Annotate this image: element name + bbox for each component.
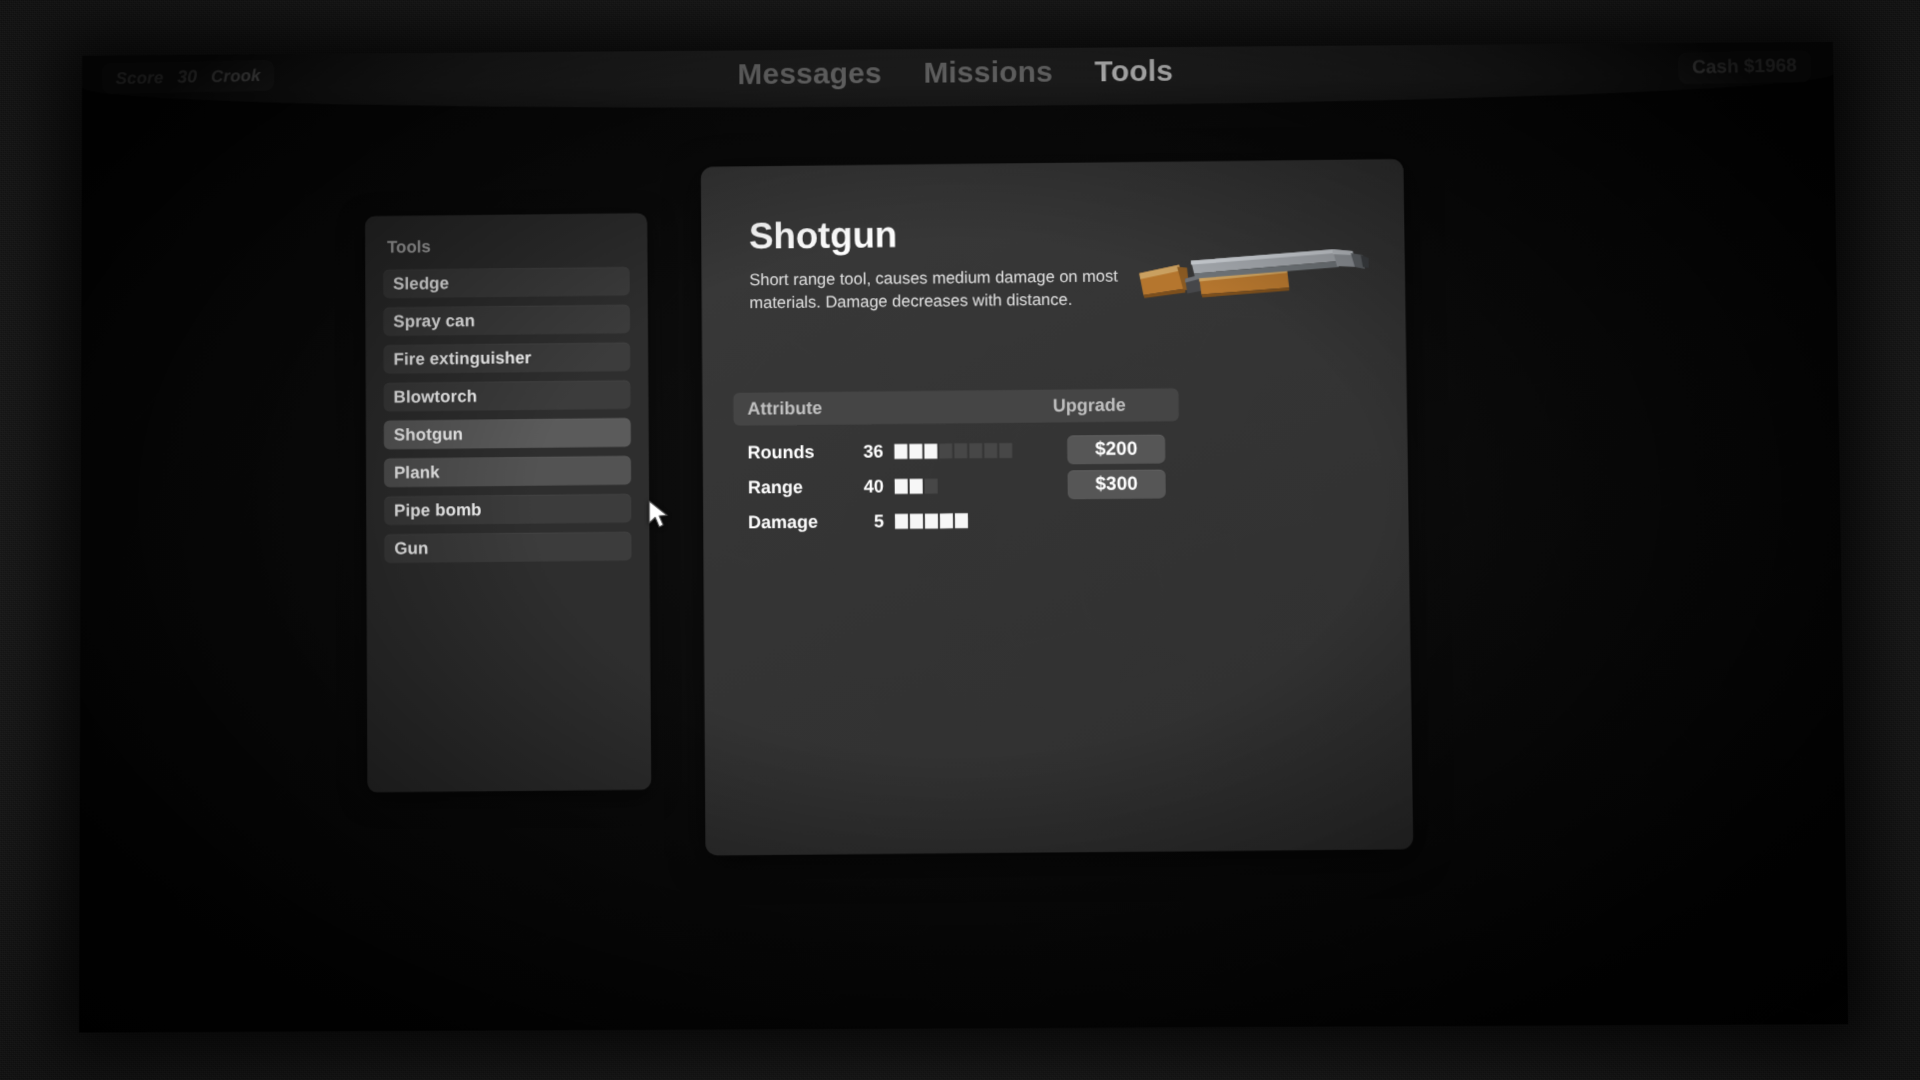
pip-filled bbox=[954, 513, 969, 529]
tab-messages[interactable]: Messages bbox=[737, 55, 881, 93]
in-game-screen: Score 30 Crook Messages Missions Tools C… bbox=[78, 41, 1849, 1033]
tool-list-item-sledge[interactable]: Sledge bbox=[383, 266, 630, 299]
pip-empty bbox=[954, 443, 968, 459]
table-row: Damage 5 bbox=[734, 501, 1180, 540]
rank-label: Crook bbox=[210, 65, 261, 86]
tool-list-item-shotgun[interactable]: Shotgun bbox=[383, 417, 631, 450]
cash-value: Cash $1968 bbox=[1692, 55, 1798, 79]
tool-detail-panel: Shotgun Short range tool, causes medium … bbox=[700, 159, 1414, 856]
tool-label: Fire extinguisher bbox=[393, 347, 532, 369]
pip-empty bbox=[969, 443, 983, 459]
tool-label: Plank bbox=[393, 462, 440, 482]
pip-filled bbox=[894, 443, 908, 460]
attribute-value: 5 bbox=[873, 511, 885, 532]
tool-list-item-pipe-bomb[interactable]: Pipe bomb bbox=[384, 493, 632, 526]
tool-list-item-gun[interactable]: Gun bbox=[384, 531, 632, 564]
tools-list-panel: Tools Sledge Spray can Fire extinguisher… bbox=[365, 212, 652, 793]
table-row: Range 40 $300 bbox=[734, 466, 1180, 505]
upgrade-cell: $200 bbox=[1067, 434, 1179, 465]
attribute-name: Damage bbox=[748, 511, 819, 533]
score-pill: Score 30 Crook bbox=[101, 59, 275, 95]
attribute-pip-meter bbox=[894, 512, 1068, 529]
tool-label: Gun bbox=[394, 538, 429, 558]
upgrade-button[interactable]: $300 bbox=[1067, 469, 1166, 500]
pip-filled bbox=[924, 443, 938, 459]
score-label: Score bbox=[115, 67, 164, 88]
attribute-value: 40 bbox=[863, 476, 884, 497]
pip-filled bbox=[909, 513, 924, 529]
pip-empty bbox=[939, 443, 953, 459]
tool-list-item-plank[interactable]: Plank bbox=[383, 455, 632, 488]
pip-filled bbox=[939, 513, 954, 529]
table-header-row: Attribute Upgrade bbox=[733, 388, 1179, 426]
tab-tools[interactable]: Tools bbox=[1094, 53, 1174, 91]
pip-filled bbox=[894, 478, 908, 495]
tool-description: Short range tool, causes medium damage o… bbox=[749, 267, 1118, 312]
tool-list-item-spray-can[interactable]: Spray can bbox=[383, 304, 631, 337]
pip-filled bbox=[909, 478, 923, 494]
tools-panel-title: Tools bbox=[386, 237, 431, 257]
attribute-pip-meter bbox=[894, 442, 1067, 460]
pip-empty bbox=[984, 443, 998, 459]
tab-missions[interactable]: Missions bbox=[923, 54, 1053, 92]
attributes-table: Attribute Upgrade Rounds 36 $200 Range 4… bbox=[733, 388, 1180, 540]
tool-list-item-blowtorch[interactable]: Blowtorch bbox=[383, 380, 631, 412]
attribute-name: Rounds bbox=[747, 441, 815, 463]
tool-label: Sledge bbox=[393, 273, 450, 293]
game-frame-bezel: Score 30 Crook Messages Missions Tools C… bbox=[0, 0, 1920, 1080]
table-row: Rounds 36 $200 bbox=[734, 431, 1180, 470]
tool-list-item-fire-extinguisher[interactable]: Fire extinguisher bbox=[383, 342, 631, 374]
pip-filled bbox=[894, 513, 909, 529]
tool-label: Shotgun bbox=[393, 424, 464, 444]
column-header-upgrade: Upgrade bbox=[1052, 394, 1126, 416]
attribute-value: 36 bbox=[863, 441, 884, 462]
column-header-attribute: Attribute bbox=[747, 397, 823, 419]
attribute-name: Range bbox=[747, 476, 803, 498]
tool-label: Blowtorch bbox=[393, 386, 478, 407]
tool-label: Spray can bbox=[393, 310, 476, 331]
attribute-pip-meter bbox=[894, 477, 1068, 495]
in-game-screen-wrapper: Score 30 Crook Messages Missions Tools C… bbox=[78, 41, 1849, 1033]
upgrade-button[interactable]: $200 bbox=[1067, 434, 1166, 465]
main-nav: Messages Missions Tools bbox=[737, 53, 1173, 94]
cash-pill: Cash $1968 bbox=[1678, 50, 1812, 85]
pip-empty bbox=[924, 478, 938, 494]
pip-filled bbox=[909, 443, 923, 459]
mouse-pointer-icon bbox=[648, 500, 670, 530]
pip-filled bbox=[924, 513, 939, 529]
upgrade-cell: $300 bbox=[1067, 469, 1179, 500]
pip-empty bbox=[999, 442, 1013, 459]
top-hud-bar: Score 30 Crook Messages Missions Tools C… bbox=[82, 41, 1834, 113]
score-value: 30 bbox=[177, 66, 198, 87]
shotgun-3d-render-icon bbox=[1139, 243, 1370, 317]
tool-label: Pipe bomb bbox=[394, 499, 482, 520]
